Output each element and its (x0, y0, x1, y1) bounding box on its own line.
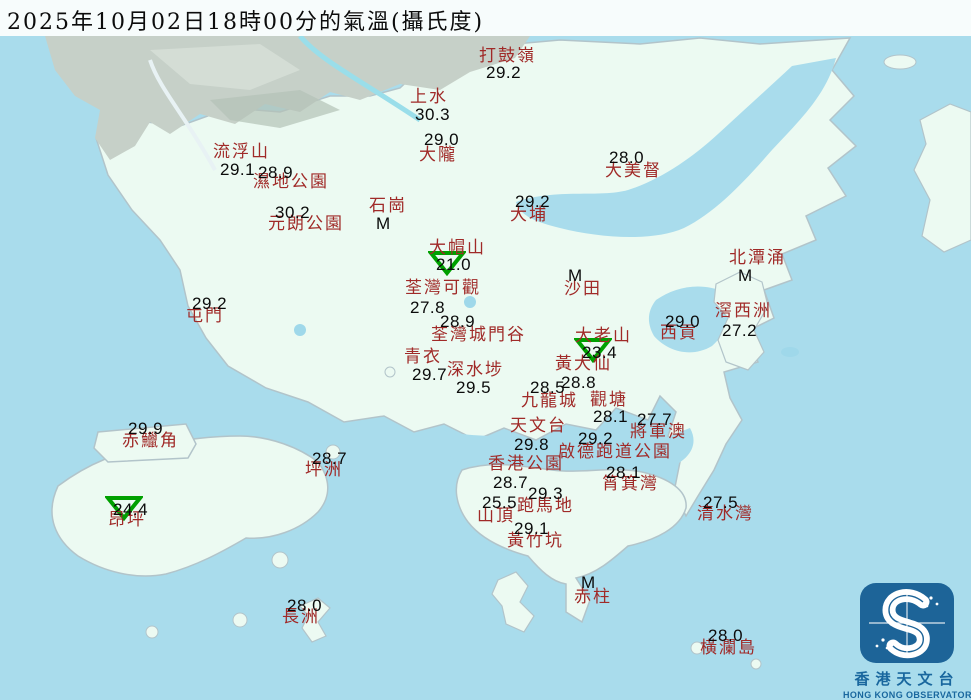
station-value: 28.0 (287, 597, 322, 614)
station-name: 天文台 (510, 418, 567, 436)
station-value: 29.0 (665, 313, 700, 330)
hko-logo-icon (859, 582, 955, 664)
station-value: 24.4 (113, 501, 148, 518)
hong-kong-map (0, 0, 971, 700)
station-value: 29.3 (528, 485, 563, 502)
station-value: 28.8 (561, 374, 596, 391)
small-island (233, 613, 247, 627)
station-value: 28.5 (530, 379, 565, 396)
station-value: 28.1 (606, 464, 641, 481)
station-value: M (376, 215, 391, 232)
station-value: 29.1 (220, 161, 255, 178)
station-value: 27.2 (722, 322, 757, 339)
station-value: 29.7 (412, 366, 447, 383)
title-bar: 2025年10月02日18時00分的氣溫(攝氏度) (0, 0, 971, 36)
hko-logo: 香港天文台 HONG KONG OBSERVATORY (843, 582, 971, 700)
reservoir (294, 324, 306, 336)
map-title: 2025年10月02日18時00分的氣溫(攝氏度) (7, 4, 484, 36)
station-value: 29.9 (128, 420, 163, 437)
hko-logo-english: HONG KONG OBSERVATORY (843, 690, 971, 700)
small-island (884, 55, 916, 69)
small-island (146, 626, 158, 638)
station-value: 27.5 (703, 494, 738, 511)
station-value: 29.2 (515, 193, 550, 210)
station-value: 28.9 (440, 313, 475, 330)
station-value: 29.1 (514, 520, 549, 537)
station-value: 28.9 (258, 164, 293, 181)
station-value: 28.7 (493, 474, 528, 491)
station-name: 荃灣可觀 (405, 280, 481, 298)
small-island (272, 552, 288, 568)
station-value: 28.7 (312, 450, 347, 467)
station-value: M (581, 574, 596, 591)
station-value: 28.0 (609, 149, 644, 166)
station-value: 30.2 (275, 204, 310, 221)
station-value: M (568, 267, 583, 284)
hko-logo-chinese: 香港天文台 (843, 668, 971, 689)
station-value: 21.0 (436, 256, 471, 273)
station-value: 28.0 (708, 627, 743, 644)
station-value: 29.2 (578, 430, 613, 447)
station-value: 29.8 (514, 436, 549, 453)
small-island (385, 367, 395, 377)
station-value: M (738, 267, 753, 284)
station-value: 29.5 (456, 379, 491, 396)
station-name: 大隴 (419, 147, 457, 165)
station-value: 30.3 (415, 106, 450, 123)
small-island (751, 659, 761, 669)
station-name: 滘西洲 (715, 303, 772, 321)
station-value: 25.5 (482, 494, 517, 511)
station-value: 29.0 (424, 131, 459, 148)
station-name: 啟德跑道公園 (558, 444, 672, 462)
reservoir (781, 347, 799, 357)
station-value: 29.2 (192, 295, 227, 312)
station-value: 28.1 (593, 408, 628, 425)
station-name: 香港公園 (488, 456, 564, 474)
station-value: 29.2 (486, 64, 521, 81)
station-value: 27.7 (637, 411, 672, 428)
temperature-map: 2025年10月02日18時00分的氣溫(攝氏度) 29.2打鼓嶺30.3上水2… (0, 0, 971, 700)
station-value: 23.4 (582, 344, 617, 361)
